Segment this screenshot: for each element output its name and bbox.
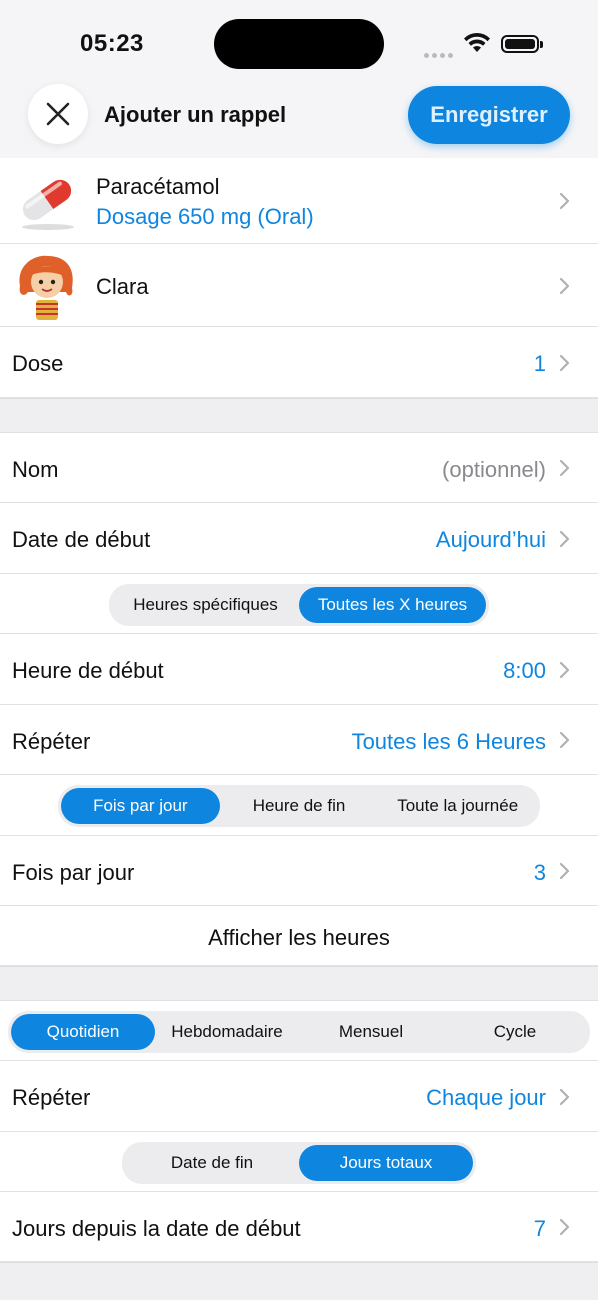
schedule-mode-segmented-control[interactable]: Heures spécifiques Toutes les X heures <box>109 584 489 626</box>
days-since-start-label: Jours depuis la date de début <box>12 1216 301 1241</box>
save-button[interactable]: Enregistrer <box>408 86 570 144</box>
show-times-button[interactable]: Afficher les heures <box>0 925 598 951</box>
chevron-right-icon <box>559 862 570 880</box>
chevron-right-icon <box>559 459 570 477</box>
chevron-right-icon <box>559 277 570 295</box>
segment-total-days[interactable]: Jours totaux <box>299 1145 473 1181</box>
status-bar: 05:23 <box>0 0 598 80</box>
medication-name: Paracétamol <box>96 174 220 199</box>
start-time-label: Heure de début <box>12 658 164 683</box>
days-since-start-value: 7 <box>533 1216 546 1241</box>
chevron-right-icon <box>559 1218 570 1236</box>
segment-times-per-day[interactable]: Fois par jour <box>61 788 220 824</box>
name-label: Nom <box>12 457 59 482</box>
segment-monthly[interactable]: Mensuel <box>299 1014 443 1050</box>
times-per-day-row[interactable]: Fois par jour 3 <box>0 836 598 906</box>
repeat-hours-label: Répéter <box>12 729 91 754</box>
repeat-hours-row[interactable]: Répéter Toutes les 6 Heures <box>0 705 598 775</box>
segment-all-day[interactable]: Toute la journée <box>378 788 537 824</box>
repeat-days-value: Chaque jour <box>426 1085 546 1110</box>
medication-row[interactable]: Paracétamol Dosage 650 mg (Oral) <box>0 158 598 244</box>
schedule-mode-row: Heures spécifiques Toutes les X heures <box>0 574 598 634</box>
times-per-day-label: Fois par jour <box>12 860 135 885</box>
close-icon <box>46 102 70 126</box>
section-divider <box>0 1262 598 1300</box>
chevron-right-icon <box>559 1088 570 1106</box>
limit-mode-segmented-control[interactable]: Fois par jour Heure de fin Toute la jour… <box>58 785 540 827</box>
dose-value: 1 <box>533 351 546 376</box>
pill-capsule-icon <box>22 179 74 230</box>
dose-label: Dose <box>12 351 64 376</box>
dose-row[interactable]: Dose 1 <box>0 327 598 398</box>
segment-end-time[interactable]: Heure de fin <box>220 788 379 824</box>
cellular-signal-icon <box>424 45 456 58</box>
end-mode-segmented-control[interactable]: Date de fin Jours totaux <box>122 1142 476 1184</box>
segment-cycle[interactable]: Cycle <box>443 1014 587 1050</box>
chevron-right-icon <box>559 731 570 749</box>
days-since-start-row[interactable]: Jours depuis la date de début 7 <box>0 1192 598 1262</box>
section-divider <box>0 966 598 1001</box>
frequency-segmented-control[interactable]: Quotidien Hebdomadaire Mensuel Cycle <box>8 1011 590 1053</box>
segment-every-x-hours[interactable]: Toutes les X heures <box>299 587 486 623</box>
wifi-icon <box>464 32 490 52</box>
chevron-right-icon <box>559 192 570 210</box>
medication-dosage: Dosage 650 mg (Oral) <box>96 204 314 229</box>
repeat-days-label: Répéter <box>12 1085 91 1110</box>
limit-mode-row: Fois par jour Heure de fin Toute la jour… <box>0 775 598 836</box>
repeat-hours-value: Toutes les 6 Heures <box>351 729 546 754</box>
start-time-row[interactable]: Heure de début 8:00 <box>0 634 598 705</box>
segment-weekly[interactable]: Hebdomadaire <box>155 1014 299 1050</box>
person-name: Clara <box>96 274 149 299</box>
start-date-label: Date de début <box>12 527 151 552</box>
nav-header: Ajouter un rappel Enregistrer <box>0 80 598 158</box>
page-title: Ajouter un rappel <box>104 102 287 127</box>
avatar <box>19 255 73 320</box>
show-times-row[interactable]: Afficher les heures <box>0 906 598 966</box>
start-time-value: 8:00 <box>503 658 546 683</box>
close-button[interactable] <box>28 84 88 144</box>
end-mode-row: Date de fin Jours totaux <box>0 1132 598 1192</box>
start-date-row[interactable]: Date de début Aujourd’hui <box>0 503 598 574</box>
start-date-value: Aujourd’hui <box>435 527 546 552</box>
battery-icon <box>501 35 543 53</box>
name-placeholder: (optionnel) <box>442 457 546 482</box>
chevron-right-icon <box>559 661 570 679</box>
segment-end-date[interactable]: Date de fin <box>125 1145 299 1181</box>
chevron-right-icon <box>559 530 570 548</box>
frequency-row: Quotidien Hebdomadaire Mensuel Cycle <box>0 1001 598 1061</box>
segment-daily[interactable]: Quotidien <box>11 1014 155 1050</box>
person-row[interactable]: Clara <box>0 244 598 327</box>
repeat-days-row[interactable]: Répéter Chaque jour <box>0 1061 598 1132</box>
chevron-right-icon <box>559 354 570 372</box>
times-per-day-value: 3 <box>533 860 546 885</box>
section-divider <box>0 398 598 433</box>
segment-specific-times[interactable]: Heures spécifiques <box>112 587 299 623</box>
name-row[interactable]: Nom (optionnel) <box>0 433 598 503</box>
status-time: 05:23 <box>80 30 144 57</box>
dynamic-island <box>214 19 384 69</box>
